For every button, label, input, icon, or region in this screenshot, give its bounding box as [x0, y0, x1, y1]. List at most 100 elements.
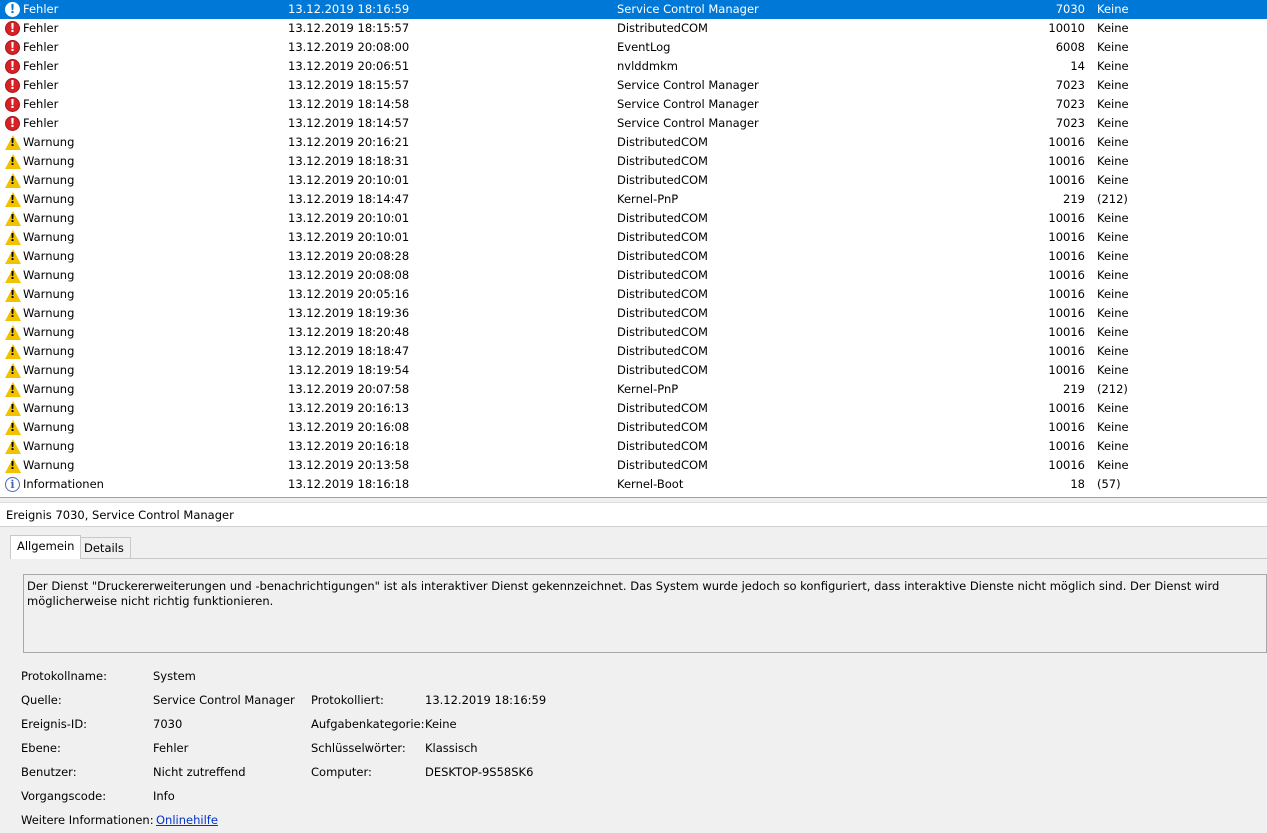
- event-row[interactable]: Fehler 13.12.2019 18:14:58 Service Control…: [0, 95, 1267, 114]
- event-row[interactable]: Fehler 13.12.2019 20:08:00 EventLog 6008 Kei…: [0, 38, 1267, 57]
- event-id: 10016: [1048, 173, 1085, 187]
- label-computer: Computer:: [311, 765, 372, 779]
- event-id: 219: [1063, 382, 1085, 396]
- event-row[interactable]: Warnung 13.12.2019 20:10:01 DistributedCOM…: [0, 228, 1267, 247]
- event-row[interactable]: Warnung 13.12.2019 20:07:58 Kernel-PnP 219 (…: [0, 380, 1267, 399]
- value-keywords: Klassisch: [425, 741, 478, 755]
- event-row[interactable]: Fehler 13.12.2019 18:14:57 Service Control…: [0, 114, 1267, 133]
- event-level: Fehler: [23, 40, 59, 54]
- event-id: 7030: [1055, 2, 1085, 16]
- event-level: Warnung: [23, 192, 75, 206]
- event-level: Fehler: [23, 78, 59, 92]
- event-row[interactable]: Warnung 13.12.2019 18:20:48 DistributedCOM…: [0, 323, 1267, 342]
- event-datetime: 13.12.2019 18:18:31: [288, 154, 410, 168]
- event-row[interactable]: Fehler 13.12.2019 20:06:51 nvlddmkm 14 Keine: [0, 57, 1267, 76]
- online-help-link[interactable]: Onlinehilfe: [156, 813, 218, 827]
- event-row[interactable]: Warnung 13.12.2019 20:05:16 DistributedCOM…: [0, 285, 1267, 304]
- event-id: 10016: [1048, 363, 1085, 377]
- event-datetime: 13.12.2019 18:19:54: [288, 363, 410, 377]
- event-level: Warnung: [23, 458, 75, 472]
- event-datetime: 13.12.2019 18:16:18: [288, 477, 410, 491]
- event-row[interactable]: Fehler 13.12.2019 18:16:59 Service Control…: [0, 0, 1267, 19]
- event-level: Warnung: [23, 420, 75, 434]
- event-source: DistributedCOM: [617, 287, 708, 301]
- event-id: 7023: [1055, 78, 1085, 92]
- event-row[interactable]: Fehler 13.12.2019 18:15:57 DistributedCOM 1…: [0, 19, 1267, 38]
- event-task-category: Keine: [1097, 78, 1129, 92]
- warning-icon: [5, 154, 21, 169]
- event-row[interactable]: Warnung 13.12.2019 20:10:01 DistributedCOM…: [0, 209, 1267, 228]
- event-id: 10016: [1048, 439, 1085, 453]
- label-keywords: Schlüsselwörter:: [311, 741, 406, 755]
- event-row[interactable]: Warnung 13.12.2019 18:14:47 Kernel-PnP 219 (…: [0, 190, 1267, 209]
- event-id: 14: [1070, 59, 1085, 73]
- event-datetime: 13.12.2019 20:13:58: [288, 458, 410, 472]
- event-row[interactable]: Fehler 13.12.2019 18:15:57 Service Control…: [0, 76, 1267, 95]
- label-level: Ebene:: [21, 741, 61, 755]
- value-logged: 13.12.2019 18:16:59: [425, 693, 547, 707]
- event-detail-pane: Ereignis 7030, Service Control Manager A…: [0, 503, 1267, 833]
- event-id: 10016: [1048, 458, 1085, 472]
- event-list[interactable]: Fehler 13.12.2019 18:16:59 Service Control…: [0, 0, 1267, 497]
- value-level: Fehler: [153, 741, 189, 755]
- error-icon: [5, 114, 20, 133]
- event-row[interactable]: Warnung 13.12.2019 20:16:21 DistributedCOM…: [0, 133, 1267, 152]
- value-log-name: System: [153, 669, 196, 683]
- event-row[interactable]: Warnung 13.12.2019 20:08:08 DistributedCOM…: [0, 266, 1267, 285]
- event-level: Warnung: [23, 249, 75, 263]
- event-row[interactable]: Warnung 13.12.2019 20:08:28 DistributedCOM…: [0, 247, 1267, 266]
- event-row[interactable]: Warnung 13.12.2019 20:10:01 DistributedCOM…: [0, 171, 1267, 190]
- event-source: DistributedCOM: [617, 249, 708, 263]
- event-row[interactable]: Warnung 13.12.2019 20:16:18 DistributedCOM…: [0, 437, 1267, 456]
- event-datetime: 13.12.2019 18:14:47: [288, 192, 410, 206]
- event-detail-title: Ereignis 7030, Service Control Manager: [0, 503, 1267, 527]
- event-row[interactable]: Warnung 13.12.2019 20:16:13 DistributedCOM…: [0, 399, 1267, 418]
- event-source: DistributedCOM: [617, 420, 708, 434]
- tab-general[interactable]: Allgemein: [10, 535, 82, 559]
- event-task-category: Keine: [1097, 401, 1129, 415]
- event-datetime: 13.12.2019 20:05:16: [288, 287, 410, 301]
- event-level: Warnung: [23, 363, 75, 377]
- event-datetime: 13.12.2019 20:08:00: [288, 40, 410, 54]
- warning-icon: [5, 135, 21, 150]
- event-id: 10016: [1048, 230, 1085, 244]
- event-task-category: Keine: [1097, 287, 1129, 301]
- event-task-category: Keine: [1097, 230, 1129, 244]
- event-row[interactable]: Warnung 13.12.2019 18:18:47 DistributedCOM…: [0, 342, 1267, 361]
- event-row[interactable]: Warnung 13.12.2019 18:18:31 DistributedCOM…: [0, 152, 1267, 171]
- label-user: Benutzer:: [21, 765, 77, 779]
- error-icon: [5, 19, 20, 38]
- value-opcode: Info: [153, 789, 175, 803]
- event-task-category: Keine: [1097, 40, 1129, 54]
- event-level: Fehler: [23, 21, 59, 35]
- event-level: Warnung: [23, 306, 75, 320]
- event-source: DistributedCOM: [617, 401, 708, 415]
- error-icon: [5, 0, 20, 19]
- event-level: Warnung: [23, 230, 75, 244]
- event-task-category: Keine: [1097, 2, 1129, 16]
- event-id: 10016: [1048, 211, 1085, 225]
- event-level: Warnung: [23, 268, 75, 282]
- event-datetime: 13.12.2019 20:10:01: [288, 230, 410, 244]
- event-row[interactable]: Warnung 13.12.2019 20:13:58 DistributedCOM…: [0, 456, 1267, 475]
- event-row[interactable]: Warnung 13.12.2019 18:19:36 DistributedCOM…: [0, 304, 1267, 323]
- event-source: DistributedCOM: [617, 21, 708, 35]
- event-source: Service Control Manager: [617, 97, 759, 111]
- warning-icon: [5, 401, 21, 416]
- event-level: Fehler: [23, 97, 59, 111]
- event-row[interactable]: Informationen 13.12.2019 18:16:18 Kernel-B…: [0, 475, 1267, 494]
- event-level: Warnung: [23, 173, 75, 187]
- event-datetime: 13.12.2019 20:16:18: [288, 439, 410, 453]
- event-row[interactable]: Warnung 13.12.2019 18:19:54 DistributedCOM…: [0, 361, 1267, 380]
- event-description[interactable]: Der Dienst "Druckererweiterungen und -be…: [23, 574, 1267, 653]
- event-id: 10016: [1048, 268, 1085, 282]
- event-task-category: Keine: [1097, 439, 1129, 453]
- event-source: DistributedCOM: [617, 439, 708, 453]
- warning-icon: [5, 249, 21, 264]
- tab-details[interactable]: Details: [77, 537, 131, 559]
- event-source: EventLog: [617, 40, 671, 54]
- event-datetime: 13.12.2019 20:06:51: [288, 59, 410, 73]
- event-row[interactable]: Warnung 13.12.2019 20:16:08 DistributedCOM…: [0, 418, 1267, 437]
- event-id: 7023: [1055, 97, 1085, 111]
- event-source: Kernel-PnP: [617, 382, 679, 396]
